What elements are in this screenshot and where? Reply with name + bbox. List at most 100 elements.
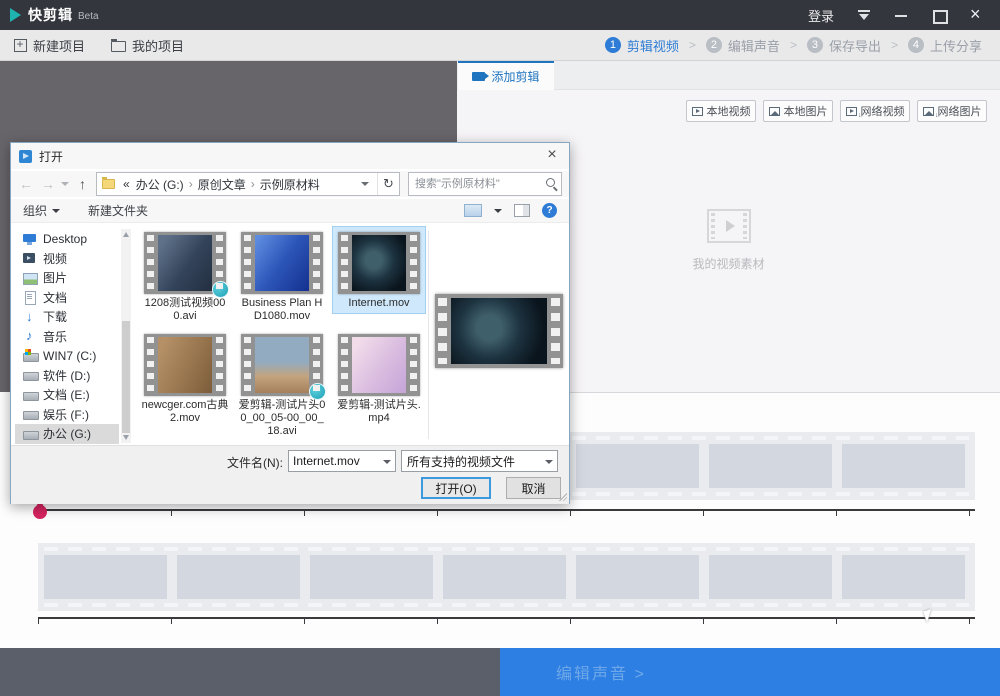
step-edit-sound[interactable]: 2 编辑声音 [706,36,780,55]
my-projects-label: 我的项目 [132,36,184,55]
search-icon[interactable] [546,178,555,187]
timeline-ruler-top[interactable] [38,509,975,517]
sidebar-item-documents[interactable]: 文档 [15,288,119,308]
file-item[interactable]: newcger.com古典2.mov [139,329,231,428]
timeline-filmstrip-bottom[interactable] [38,543,975,611]
back-icon[interactable]: ← [19,176,33,192]
up-icon[interactable]: ↑ [79,176,86,192]
sidebar-item-drive-f[interactable]: 娱乐 (F:) [15,405,119,425]
selected-file-preview [435,294,563,368]
breadcrumb-drive[interactable]: 办公 (G:) [136,176,184,193]
sidebar-item-desktop[interactable]: Desktop [15,229,119,249]
videos-icon [23,251,37,265]
button-label: 本地视频 [707,103,751,119]
history-dropdown-icon[interactable] [61,182,69,186]
local-video-button[interactable]: 本地视频 [686,100,756,122]
file-name: 爱剪辑-测试片头00_00_05-00_00_18.avi [236,399,328,441]
file-item[interactable]: Business Plan HD1080.mov [236,227,328,326]
step-number: 3 [807,37,823,53]
sidebar-item-videos[interactable]: 视频 [15,249,119,269]
sidebar-label: 文档 (E:) [43,386,90,403]
sidebar-item-drive-e[interactable]: 文档 (E:) [15,385,119,405]
cancel-button[interactable]: 取消 [506,477,561,499]
login-button[interactable]: 登录 [808,6,834,25]
dialog-toolbar: 组织 新建文件夹 [11,199,569,223]
step-save-export[interactable]: 3 保存导出 [807,36,881,55]
filetype-combo[interactable]: 所有支持的视频文件 [401,450,558,472]
breadcrumb-prefix: « [123,177,130,191]
tab-add-clip[interactable]: 添加剪辑 [458,61,554,90]
new-project-button[interactable]: 新建项目 [14,36,85,55]
refresh-icon[interactable] [377,173,399,195]
file-item[interactable]: 爱剪辑-测试片头.mp4 [333,329,425,428]
timeline-ruler-bottom[interactable] [38,617,975,625]
step-upload-share[interactable]: 4 上传分享 [908,36,982,55]
button-label: 网络图片 [938,103,982,119]
step-cut-video[interactable]: 1 剪辑视频 [605,36,679,55]
view-dropdown-icon[interactable] [494,209,502,213]
open-button[interactable]: 打开(O) [421,477,491,499]
dialog-close-icon[interactable] [543,146,561,164]
organize-button[interactable]: 组织 [23,202,60,219]
help-icon[interactable] [542,203,557,218]
maximize-button[interactable] [932,8,946,22]
combo-dropdown-icon [545,460,553,464]
sidebar-item-music[interactable]: 音乐 [15,327,119,347]
combo-dropdown-icon[interactable] [383,460,391,464]
scrollbar-thumb[interactable] [122,321,130,433]
search-input[interactable] [409,173,561,195]
resize-grip[interactable] [559,493,567,501]
web-video-icon [846,107,857,116]
chevron-separator-icon [790,36,797,54]
web-image-button[interactable]: 网络图片 [917,100,987,122]
breadcrumb-folder[interactable]: 原创文章 [198,176,246,193]
sidebar-item-drive-c[interactable]: WIN7 (C:) [15,346,119,366]
skin-menu-icon[interactable] [858,10,870,20]
drive-icon [23,427,37,441]
address-bar[interactable]: « 办公 (G:) 原创文章 示例原材料 [96,172,400,196]
button-label: 网络视频 [861,103,905,119]
sidebar-scrollbar[interactable] [121,229,131,443]
sidebar-item-downloads[interactable]: 下载 [15,307,119,327]
sidebar-label: 办公 (G:) [43,425,91,442]
sidebar-item-drive-g[interactable]: 办公 (G:) [15,424,119,444]
scroll-up-icon[interactable] [123,232,129,237]
video-thumbnail [241,334,323,396]
breadcrumb-current[interactable]: 示例原材料 [260,176,320,193]
close-button[interactable] [970,8,984,22]
step-label: 剪辑视频 [627,36,679,55]
open-button-label: 打开(O) [435,480,476,497]
scroll-down-icon[interactable] [123,435,129,440]
file-item[interactable]: 1208测试视频000.avi [139,227,231,326]
video-thumbnail [241,232,323,294]
file-item-selected[interactable]: Internet.mov [333,227,425,313]
change-view-icon[interactable] [464,204,482,217]
video-thumbnail [338,232,420,294]
sidebar-item-drive-d[interactable]: 软件 (D:) [15,366,119,386]
my-projects-button[interactable]: 我的项目 [111,36,184,55]
play-icon [726,220,735,232]
local-image-button[interactable]: 本地图片 [763,100,833,122]
minimize-button[interactable] [894,8,908,22]
file-item[interactable]: 爱剪辑-测试片头00_00_05-00_00_18.avi [236,329,328,441]
app-name: 快剪辑 [28,5,73,25]
playhead-marker[interactable] [33,505,47,519]
sidebar-item-pictures[interactable]: 图片 [15,268,119,288]
file-name: Internet.mov [333,297,425,313]
titlebar: 快剪辑 Beta 登录 [0,0,1000,30]
preview-pane-icon[interactable] [514,204,530,217]
dialog-titlebar[interactable]: 打开 [11,143,569,169]
breadcrumb-separator-icon [187,177,195,191]
forward-icon[interactable]: → [41,176,55,192]
sidebar-label: 图片 [43,269,67,286]
edit-sound-label: 编辑声音 > [556,660,646,684]
edit-sound-button[interactable]: 编辑声音 > [500,648,1000,696]
web-video-button[interactable]: 网络视频 [840,100,910,122]
app-logo-icon [10,8,21,22]
address-dropdown-icon[interactable] [361,182,369,186]
sidebar-label: 文档 [43,289,67,306]
button-label: 本地图片 [784,103,828,119]
new-folder-button[interactable]: 新建文件夹 [88,202,148,219]
media-source-buttons: 本地视频 本地图片 网络视频 网络图片 [686,100,987,122]
filename-input[interactable] [289,451,379,471]
